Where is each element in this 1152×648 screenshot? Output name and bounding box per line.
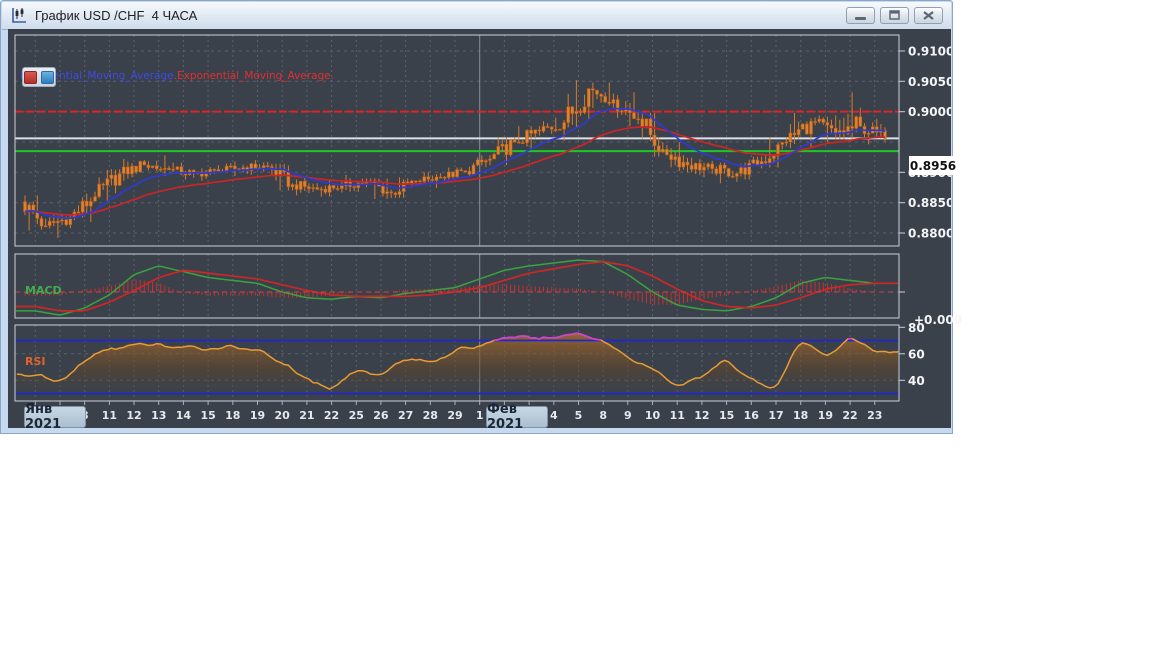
rsi-panel [15,333,899,401]
svg-text:15: 15 [200,409,215,422]
svg-text:23: 23 [867,409,882,422]
minimize-button[interactable] [846,7,875,24]
rsi-fill [16,333,898,401]
month-label-feb: Фев 2021 [486,406,548,428]
svg-text:22: 22 [324,409,339,422]
svg-text:20: 20 [275,409,291,422]
svg-text:18: 18 [225,409,240,422]
svg-text:8: 8 [599,409,607,422]
svg-text:5: 5 [575,409,583,422]
svg-text:15: 15 [719,409,734,422]
svg-text:0.8850: 0.8850 [908,196,951,210]
svg-text:11: 11 [102,409,117,422]
chart-canvas[interactable]: 0.91000.90500.90000.89000.88500.88008060… [8,29,951,428]
restore-button[interactable] [880,7,909,24]
macd-zero-axis-label: +0.000 [914,313,962,327]
ema-red-toggle-button[interactable] [24,71,37,84]
window-title: График USD /CHF 4 ЧАСА [35,8,197,23]
svg-text:12: 12 [126,409,141,422]
svg-text:11: 11 [670,409,685,422]
svg-text:17: 17 [768,409,783,422]
svg-text:26: 26 [373,409,389,422]
current-price-badge: 0.8956 [909,156,957,175]
macd-panel [15,260,899,315]
close-button[interactable] [914,7,943,24]
svg-text:12: 12 [694,409,709,422]
window-titlebar[interactable]: График USD /CHF 4 ЧАСА [2,2,951,30]
rsi-panel-label: RSI [25,355,46,368]
svg-text:28: 28 [423,409,438,422]
svg-text:0.9000: 0.9000 [908,105,951,119]
svg-text:14: 14 [176,409,192,422]
month-label-jan: Янв 2021 [24,406,86,428]
ema-slow-legend: Exponential_Moving_Average [177,70,331,82]
svg-text:40: 40 [908,374,925,388]
svg-text:9: 9 [624,409,632,422]
svg-text:10: 10 [645,409,661,422]
svg-text:21: 21 [299,409,314,422]
svg-text:0.9100: 0.9100 [908,45,951,59]
chart-client-area: 0.91000.90500.90000.89000.88500.88008060… [8,29,951,428]
svg-text:16: 16 [744,409,760,422]
svg-text:1: 1 [476,409,484,422]
minimize-icon [847,8,874,23]
macd-panel-label: MACD [25,284,62,297]
svg-text:13: 13 [151,409,166,422]
price-levels [15,112,899,151]
svg-text:25: 25 [349,409,364,422]
svg-text:0.9050: 0.9050 [908,75,951,89]
svg-text:19: 19 [818,409,833,422]
restore-icon [881,8,908,23]
desktop: График USD /CHF 4 ЧАСА 0.9100 0.9050 0.900… [0,0,1152,648]
svg-text:27: 27 [398,409,413,422]
svg-text:0.8800: 0.8800 [908,227,951,241]
indicator-legend: Exponential_Moving_Average.Exponential_M… [20,70,334,82]
svg-text:18: 18 [793,409,808,422]
candles [24,80,887,238]
svg-text:29: 29 [447,409,462,422]
legend-color-buttons [22,67,56,87]
svg-text:4: 4 [550,409,558,422]
svg-text:22: 22 [842,409,857,422]
ema-blue-toggle-button[interactable] [41,71,54,84]
svg-text:19: 19 [250,409,265,422]
window-controls [846,7,943,24]
close-icon [915,8,942,23]
candlestick-chart-icon [11,7,28,24]
svg-text:60: 60 [908,347,925,361]
chart-window: График USD /CHF 4 ЧАСА 0.9100 0.9050 0.900… [0,0,953,434]
